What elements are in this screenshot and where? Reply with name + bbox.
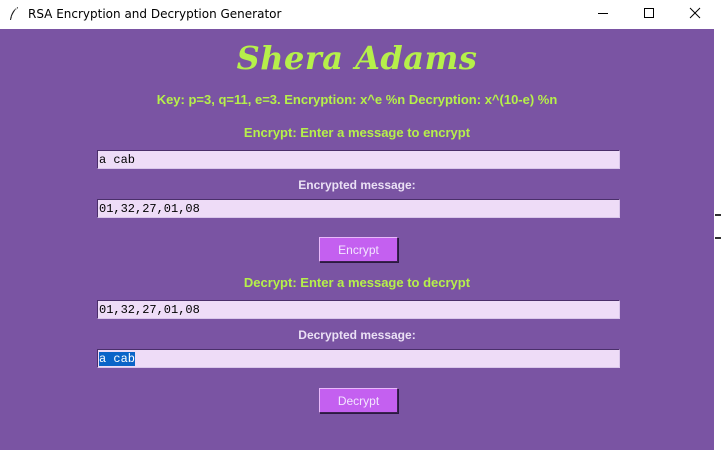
close-button[interactable] [672, 0, 718, 29]
app-name-title: Shera Adams [236, 39, 478, 77]
edge-mark [715, 214, 721, 216]
decrypted-message-label: Decrypted message: [298, 328, 416, 342]
key-info-text: Key: p=3, q=11, e=3. Encryption: x^e %n … [156, 92, 558, 107]
decrypted-output-field[interactable]: a cab [97, 349, 620, 368]
title-bar[interactable]: RSA Encryption and Decryption Generator [0, 0, 722, 29]
encrypted-output-field[interactable]: 01,32,27,01,08 [97, 199, 620, 218]
minimize-button[interactable] [580, 0, 626, 29]
maximize-icon [643, 6, 655, 24]
decrypt-prompt-label: Decrypt: Enter a message to decrypt [243, 275, 471, 290]
decrypt-button[interactable]: Decrypt [319, 388, 398, 413]
minimize-icon [597, 6, 609, 24]
selected-text[interactable]: a cab [99, 352, 136, 366]
encrypt-button[interactable]: Encrypt [319, 237, 398, 262]
window-title: RSA Encryption and Decryption Generator [28, 7, 282, 21]
decrypt-input-field[interactable]: 01,32,27,01,08 [97, 300, 620, 319]
encrypt-prompt-label: Encrypt: Enter a message to encrypt [243, 125, 471, 140]
app-window-body: Shera Adams Key: p=3, q=11, e=3. Encrypt… [0, 29, 714, 450]
close-icon [689, 6, 701, 24]
edge-mark [715, 237, 721, 239]
maximize-button[interactable] [626, 0, 672, 29]
window-edge [714, 29, 722, 450]
encrypted-message-label: Encrypted message: [298, 178, 416, 192]
encrypt-input-field[interactable]: a cab [97, 150, 620, 169]
feather-icon [8, 6, 20, 22]
